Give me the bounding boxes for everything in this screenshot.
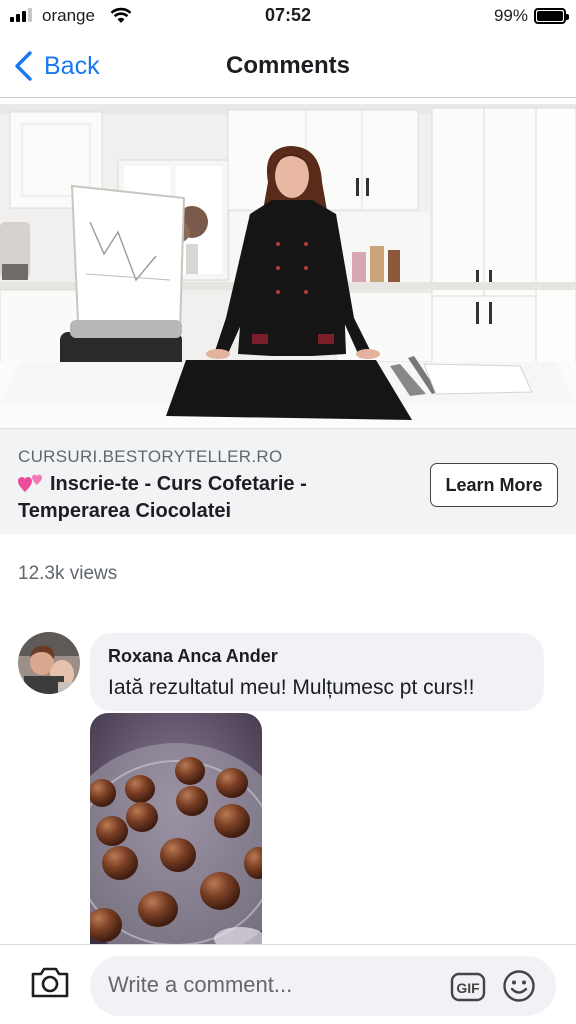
svg-text:GIF: GIF (456, 980, 480, 996)
clock: 07:52 (264, 5, 312, 25)
profile-photo (18, 632, 80, 694)
ad-footer[interactable]: CURSURI.BESTORYTELLER.RO Inscrie-te - Cu… (0, 428, 576, 534)
sponsored-ad-card: CURSURI.BESTORYTELLER.RO Inscrie-te - Cu… (0, 104, 576, 534)
comment-bubble[interactable]: Roxana Anca Ander Iată rezultatul meu! M… (90, 633, 544, 711)
emoji-icon[interactable] (502, 969, 536, 1003)
comment-input[interactable]: Write a comment... GIF (90, 956, 556, 1016)
views-count: 12.3k views (18, 563, 118, 584)
back-button[interactable]: Back (12, 48, 100, 84)
chevron-left-icon (15, 51, 32, 81)
ad-headline-text: Inscrie-te - Curs Cofetarie - Temperarea… (18, 473, 307, 522)
battery-icon (534, 8, 569, 24)
ad-video-thumbnail[interactable] (0, 104, 576, 428)
status-bar: orange 07:52 99% (0, 0, 576, 34)
camera-icon[interactable] (30, 965, 70, 999)
comment-photo-attachment[interactable] (90, 713, 262, 945)
ad-domain: CURSURI.BESTORYTELLER.RO (18, 447, 283, 466)
kitchen-scene-image (0, 104, 576, 428)
comment-author[interactable]: Roxana Anca Ander (108, 646, 278, 667)
battery-percentage: 99% (493, 6, 528, 25)
back-label: Back (44, 51, 100, 80)
chocolates-photo (90, 713, 262, 945)
ad-headline: Inscrie-te - Curs Cofetarie - Temperarea… (18, 471, 398, 525)
two-hearts-icon (18, 474, 42, 492)
comment-text: Iată rezultatul meu! Mulțumesc pt curs!! (108, 676, 475, 699)
gif-icon[interactable]: GIF (450, 972, 486, 1002)
comment-input-placeholder: Write a comment... (108, 972, 293, 997)
navigation-bar: Back Comments (0, 34, 576, 98)
comment-composer: Write a comment... GIF (0, 944, 576, 1024)
avatar[interactable] (18, 632, 80, 694)
learn-more-button[interactable]: Learn More (430, 463, 558, 507)
